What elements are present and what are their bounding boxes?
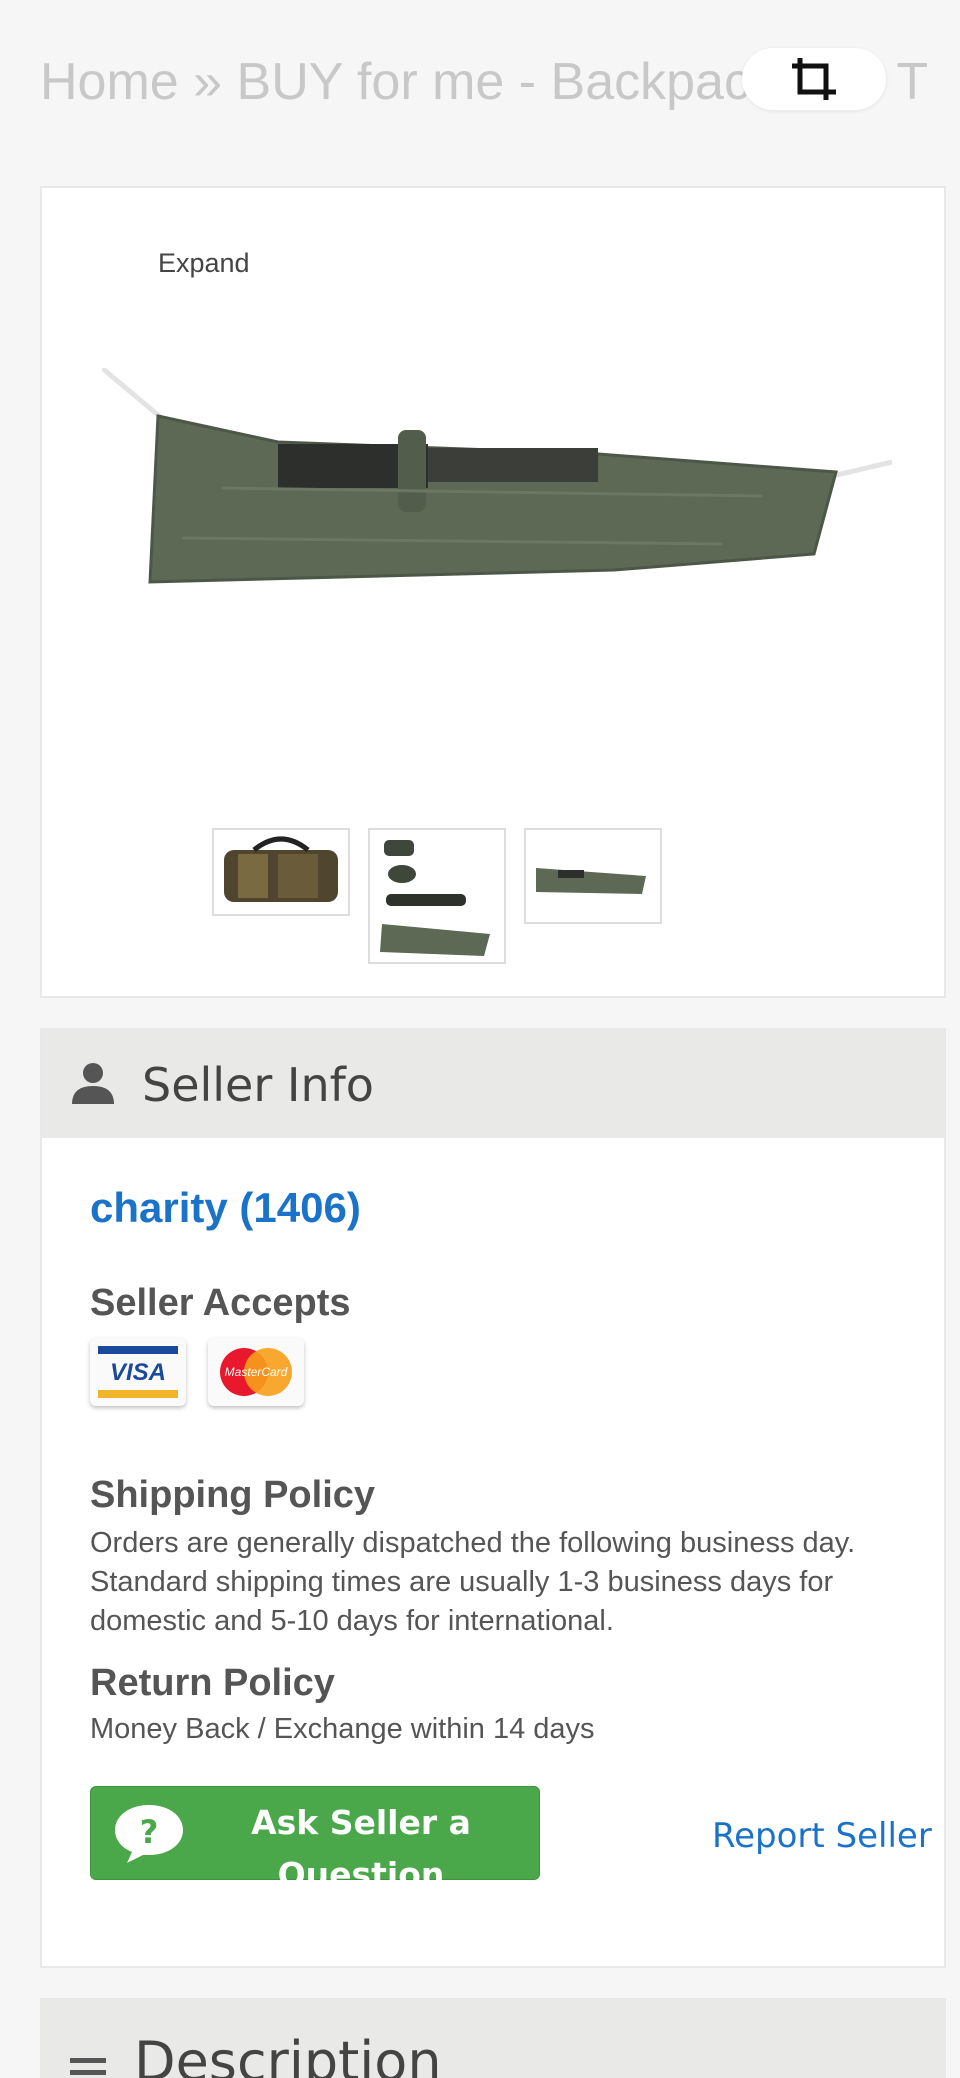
shipping-policy-heading: Shipping Policy xyxy=(90,1474,376,1516)
user-icon xyxy=(72,1063,114,1104)
seller-name-link[interactable]: charity (1406) xyxy=(90,1184,361,1232)
return-policy-text: Money Back / Exchange within 14 days xyxy=(90,1713,595,1745)
seller-accepts-label: Seller Accepts xyxy=(90,1282,351,1324)
product-gallery: Expand xyxy=(40,186,946,998)
thumbnail-duffel-bag[interactable] xyxy=(212,828,350,916)
shipping-policy-text: Orders are generally dispatched the foll… xyxy=(90,1527,856,1637)
crop-icon xyxy=(792,58,836,100)
ask-seller-button[interactable]: ? Ask Seller a Question xyxy=(90,1786,540,1894)
product-main-image[interactable] xyxy=(102,368,902,668)
visa-card-icon: VISA xyxy=(90,1338,186,1406)
menu-icon xyxy=(70,2058,106,2075)
question-bubble-icon: ? xyxy=(115,1805,183,1863)
seller-info-header: Seller Info xyxy=(42,1030,944,1138)
svg-text:VISA: VISA xyxy=(110,1359,166,1386)
description-title: Description xyxy=(134,2030,442,2078)
svg-text:MasterCard: MasterCard xyxy=(225,1365,288,1379)
description-header[interactable]: Description xyxy=(40,1998,946,2078)
report-seller-link[interactable]: Report Seller xyxy=(712,1816,932,1856)
return-policy-heading: Return Policy xyxy=(90,1662,335,1704)
thumbnail-sleeping-bag[interactable] xyxy=(524,828,662,924)
svg-text:?: ? xyxy=(140,1813,159,1851)
seller-info-panel: Seller Info charity (1406) Seller Accept… xyxy=(40,1028,946,1968)
crop-button[interactable] xyxy=(742,48,886,110)
seller-info-title: Seller Info xyxy=(142,1058,374,1112)
thumbnail-components[interactable] xyxy=(368,828,506,964)
ask-seller-label: Ask Seller a Question xyxy=(251,1803,471,1894)
expand-link[interactable]: Expand xyxy=(158,248,250,279)
mastercard-icon: MasterCard xyxy=(208,1338,304,1406)
